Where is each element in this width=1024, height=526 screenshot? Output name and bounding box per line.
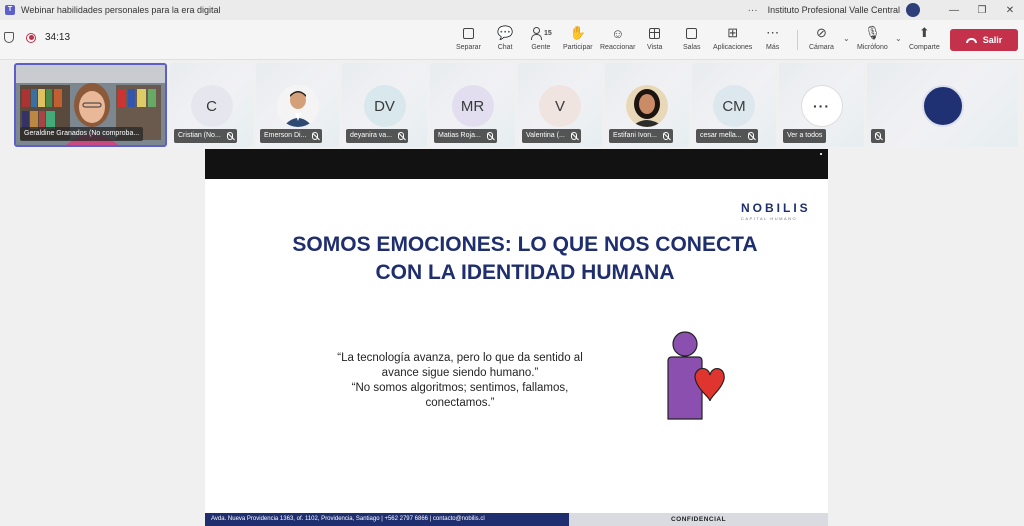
meeting-toolbar: 34:13 Separar 💬 Chat 15 Gente ✋ Particip…: [0, 20, 1024, 60]
participant-tile[interactable]: Emerson Di...: [256, 63, 339, 147]
slide-footer-confidential: CONFIDENCIAL: [569, 513, 828, 526]
add-apps-icon: ⊞: [727, 25, 739, 40]
people-icon: [530, 27, 542, 40]
participant-name: Cristian (No...: [174, 129, 237, 143]
muted-mic-icon: [570, 132, 577, 140]
toolbar-separator: [797, 30, 798, 50]
close-button[interactable]: ✕: [996, 5, 1024, 16]
organization-avatar[interactable]: [906, 3, 920, 17]
participant-initials-avatar: C: [190, 85, 233, 127]
participant-tile[interactable]: MR Matias Roja...: [430, 63, 515, 147]
muted-mic-icon: [312, 132, 319, 140]
share-screen-icon: ⬆: [918, 25, 930, 40]
participant-initials-avatar: MR: [451, 85, 494, 127]
chat-button[interactable]: 💬 Chat: [497, 25, 513, 57]
window-title: Webinar habilidades personales para la e…: [21, 5, 221, 15]
slide-title: SOMOS EMOCIONES: LO QUE NOS CONECTA CON …: [292, 233, 758, 284]
raise-hand-icon: ✋: [569, 25, 586, 40]
salas-button[interactable]: Salas: [683, 25, 701, 57]
participant-tile[interactable]: DV deyanira va...: [342, 63, 427, 147]
gente-button[interactable]: 15 Gente: [530, 25, 552, 57]
mas-button[interactable]: ⋯ Más: [766, 25, 779, 57]
reaccionar-button[interactable]: ☺ Reaccionar: [600, 25, 635, 57]
participant-name: Emerson Di...: [260, 129, 323, 143]
chat-icon: 💬: [497, 25, 514, 40]
slide-footer-contact: Avda. Nueva Providencia 1363, of. 1102, …: [205, 513, 569, 526]
camera-off-icon: ⊘: [816, 25, 827, 40]
participant-initials-avatar: V: [539, 85, 581, 127]
shared-screen: NOBILIS CAPITAL HUMANO SOMOS EMOCIONES: …: [205, 149, 828, 526]
participant-initials-avatar: CM: [713, 85, 755, 127]
muted-mic-icon: [486, 132, 493, 140]
comparte-button[interactable]: ⬆ Comparte: [909, 25, 940, 57]
muted-mic-icon: [226, 132, 233, 140]
mic-off-icon: 🎙: [864, 25, 881, 40]
window-title-bar: T Webinar habilidades personales para la…: [0, 0, 1024, 20]
teams-app-icon: T: [5, 5, 15, 15]
shield-icon: [4, 32, 14, 43]
restore-button[interactable]: ❐: [968, 5, 996, 16]
popout-icon: [462, 27, 474, 39]
muted-mic-icon: [747, 132, 754, 140]
meeting-timer: 34:13: [45, 32, 71, 43]
aplicaciones-button[interactable]: ⊞ Aplicaciones: [713, 25, 752, 57]
participant-name: Matias Roja...: [434, 129, 497, 143]
organization-name: Instituto Profesional Valle Central: [767, 5, 900, 15]
participant-initials-avatar: DV: [363, 85, 406, 127]
person-heart-icon: [667, 331, 725, 420]
emoji-icon: ☺: [611, 25, 625, 41]
participant-tile[interactable]: [867, 63, 1018, 147]
participant-photo-avatar: [626, 85, 668, 127]
participant-tile-video[interactable]: Geraldine Granados (No comproba...: [14, 63, 167, 147]
participant-name: Valentina (...: [522, 129, 581, 143]
participant-tile[interactable]: C Cristian (No...: [170, 63, 253, 147]
muted-mic-icon: [875, 132, 881, 140]
slide-quote: “La tecnología avanza, pero lo que da se…: [337, 352, 583, 409]
vista-button[interactable]: Vista: [647, 25, 662, 57]
participant-tile[interactable]: Estifani Ivon...: [605, 63, 689, 147]
rooms-icon: [686, 27, 698, 39]
more-icon: ⋯: [766, 25, 780, 40]
camara-button[interactable]: ⊘ Cámara: [809, 25, 834, 57]
participar-button[interactable]: ✋ Participar: [563, 25, 593, 57]
mic-options-chevron-icon[interactable]: ⌄: [895, 34, 902, 43]
see-all-participants-tile[interactable]: ··· Ver a todos: [779, 63, 864, 147]
participant-photo-avatar: [276, 85, 319, 127]
view-grid-icon: [649, 27, 661, 39]
participant-name: cesar mella...: [696, 129, 758, 143]
more-options-icon[interactable]: ···: [748, 5, 758, 16]
muted-mic-icon: [662, 132, 669, 140]
muted-mic-icon: [398, 132, 405, 140]
participant-name: deyanira va...: [346, 129, 409, 143]
minimize-button[interactable]: —: [940, 5, 968, 16]
participant-name: Geraldine Granados (No comproba...: [20, 127, 144, 141]
more-participants-icon: ···: [800, 85, 843, 127]
hang-up-icon: [965, 37, 977, 43]
camera-options-chevron-icon[interactable]: ⌄: [843, 34, 850, 43]
institution-logo-avatar: [921, 85, 964, 127]
leave-button[interactable]: Salir: [950, 29, 1018, 51]
participant-name: Estifani Ivon...: [609, 129, 673, 143]
people-count: 15: [544, 29, 552, 37]
separar-button[interactable]: Separar: [456, 25, 481, 57]
participant-name: [871, 129, 885, 143]
recording-icon: [26, 32, 36, 43]
nobilis-logo: NOBILIS CAPITAL HUMANO: [741, 201, 811, 221]
participants-strip: Geraldine Granados (No comproba... C Cri…: [0, 61, 1024, 147]
participant-tile[interactable]: V Valentina (...: [518, 63, 602, 147]
microfono-button[interactable]: 🎙 Micrófono: [857, 25, 888, 57]
participant-tile[interactable]: CM cesar mella...: [692, 63, 776, 147]
shared-screen-top-band: [205, 149, 828, 179]
see-all-label: Ver a todos: [783, 129, 827, 143]
